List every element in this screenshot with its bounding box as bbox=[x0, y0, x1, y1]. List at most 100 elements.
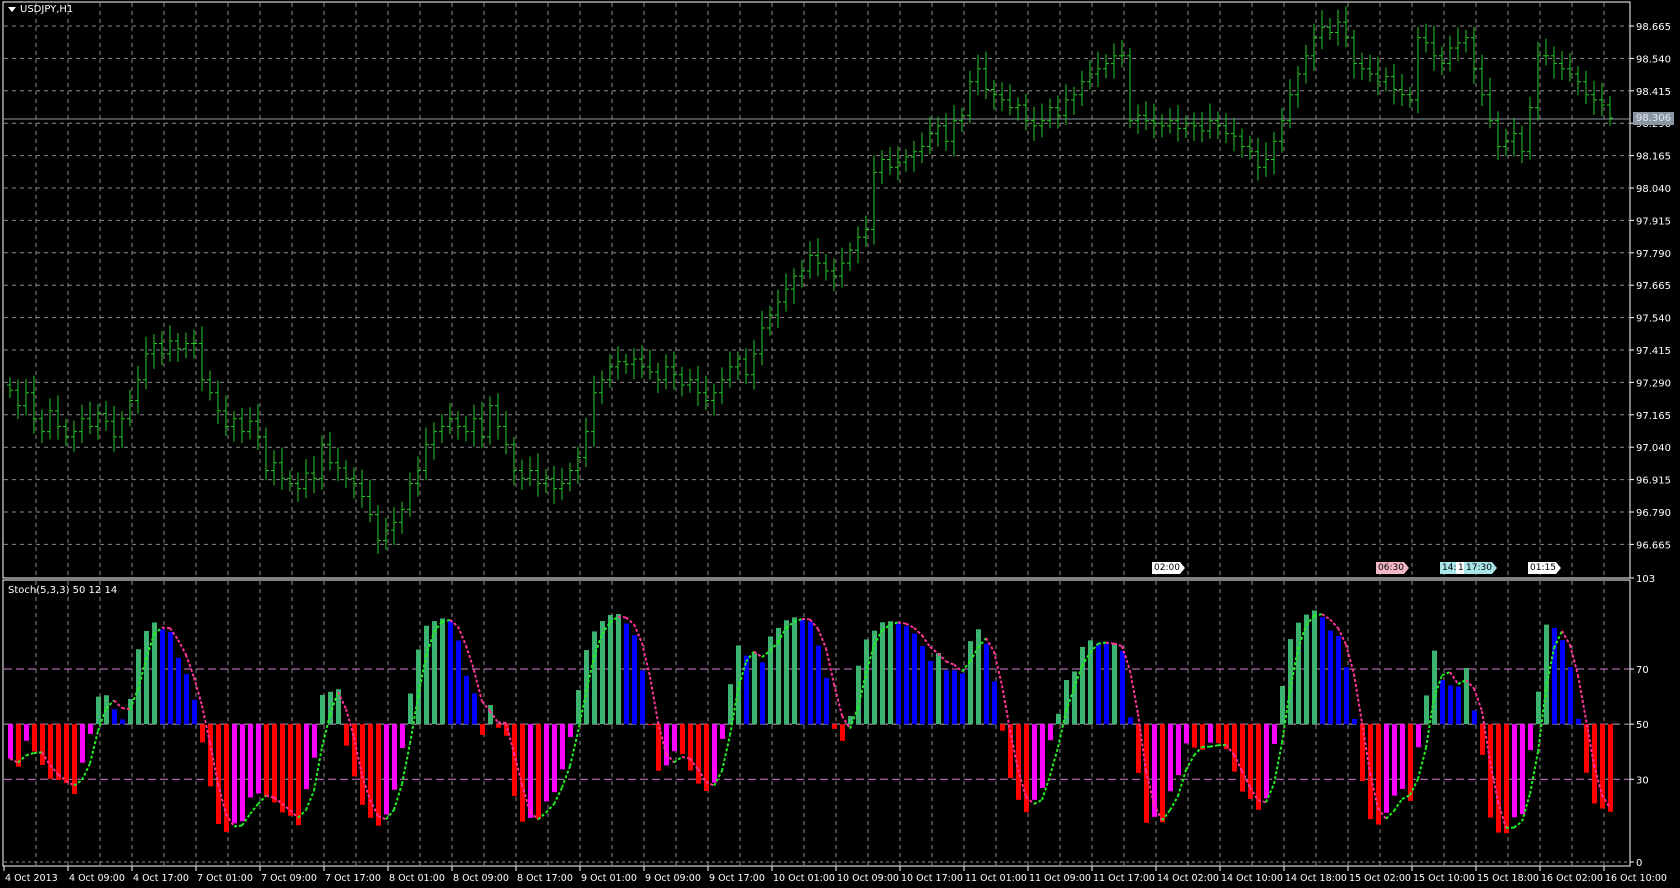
stoch-signal-segment bbox=[233, 824, 243, 828]
stoch-histogram-bar bbox=[936, 653, 941, 725]
price-tick-label: 96.665 bbox=[1636, 540, 1671, 551]
indicator-tick-label: 103 bbox=[1636, 574, 1655, 585]
stoch-histogram-bar bbox=[320, 694, 325, 725]
stoch-histogram-bar bbox=[528, 724, 533, 818]
stoch-histogram-bar bbox=[120, 719, 125, 725]
stoch-histogram-bar bbox=[952, 670, 957, 725]
stoch-signal-segment bbox=[1097, 641, 1107, 645]
stoch-signal-segment bbox=[897, 621, 907, 625]
chart-symbol-title[interactable]: USDJPY,H1 bbox=[8, 4, 73, 15]
stoch-signal-segment bbox=[1129, 670, 1139, 714]
stoch-signal-segment bbox=[1577, 675, 1587, 720]
stoch-histogram-bar bbox=[960, 673, 965, 725]
stoch-histogram-bar bbox=[664, 724, 669, 766]
stoch-histogram-bar bbox=[904, 626, 909, 725]
stoch-histogram-bar bbox=[680, 724, 685, 755]
stoch-histogram-bar bbox=[400, 724, 405, 748]
stoch-histogram-bar bbox=[16, 724, 21, 767]
price-chart[interactable]: 98.66598.54098.41598.29098.16598.04097.9… bbox=[0, 0, 1680, 888]
event-marker[interactable]: 01:15 bbox=[1528, 562, 1561, 574]
stoch-histogram-bar bbox=[1536, 691, 1541, 725]
stoch-histogram-bar bbox=[80, 724, 85, 763]
time-tick-label: 10 Oct 09:00 bbox=[837, 873, 899, 884]
stoch-histogram-bar bbox=[368, 724, 373, 818]
stoch-histogram-bar bbox=[1576, 718, 1581, 725]
dropdown-triangle-icon[interactable] bbox=[8, 7, 16, 12]
stoch-histogram-bar bbox=[1040, 724, 1045, 788]
stoch-signal-segment bbox=[833, 683, 843, 717]
time-tick-label: 16 Oct 02:00 bbox=[1541, 873, 1603, 884]
price-tick-label: 97.915 bbox=[1636, 216, 1671, 227]
stoch-signal-segment bbox=[1329, 618, 1339, 629]
stoch-histogram-bar bbox=[648, 724, 653, 726]
time-tick-label: 15 Oct 18:00 bbox=[1477, 873, 1539, 884]
stoch-signal-segment bbox=[921, 634, 931, 648]
time-tick-label: 14 Oct 10:00 bbox=[1221, 873, 1283, 884]
stoch-histogram-bar bbox=[656, 724, 661, 771]
stoch-signal-segment bbox=[1473, 688, 1483, 712]
price-tick-label: 98.040 bbox=[1636, 184, 1671, 195]
stoch-histogram-bar bbox=[616, 614, 621, 725]
event-marker[interactable]: 02:00 bbox=[1152, 562, 1185, 574]
indicator-tick-label: 0 bbox=[1636, 858, 1642, 869]
stoch-histogram-bar bbox=[40, 724, 45, 766]
stoch-histogram-bar bbox=[1384, 724, 1389, 813]
stoch-histogram-bar bbox=[1608, 724, 1613, 812]
stoch-signal-segment bbox=[121, 707, 131, 711]
stoch-signal-segment bbox=[81, 763, 91, 781]
stoch-histogram-bar bbox=[744, 655, 749, 725]
stoch-histogram-bar bbox=[1464, 667, 1469, 725]
stoch-signal-segment bbox=[113, 699, 123, 709]
stoch-signal-segment bbox=[305, 790, 315, 811]
event-marker[interactable]: 06:30 bbox=[1376, 562, 1409, 574]
stoch-histogram-bar bbox=[32, 724, 37, 752]
stoch-histogram-bar bbox=[1448, 685, 1453, 725]
price-tick-label: 97.040 bbox=[1636, 443, 1671, 454]
stoch-histogram-bar bbox=[576, 690, 581, 725]
stoch-histogram-bar bbox=[280, 724, 285, 813]
stoch-signal-segment bbox=[1513, 820, 1523, 829]
stoch-signal-segment bbox=[1449, 671, 1459, 685]
stoch-histogram-bar bbox=[984, 643, 989, 725]
stoch-histogram-bar bbox=[672, 724, 677, 752]
stoch-signal-segment bbox=[721, 735, 731, 772]
stoch-histogram-bar bbox=[968, 641, 973, 725]
stoch-histogram-bar bbox=[1560, 640, 1565, 725]
stoch-histogram-bar bbox=[1232, 724, 1237, 772]
stoch-histogram-bar bbox=[376, 724, 381, 826]
event-marker[interactable]: 17:30 bbox=[1464, 562, 1497, 574]
stoch-histogram-bar bbox=[160, 629, 165, 725]
stoch-histogram-bar bbox=[1432, 650, 1437, 725]
stoch-histogram-bar bbox=[1184, 724, 1189, 744]
stoch-histogram-bar bbox=[1328, 630, 1333, 725]
stoch-histogram-bar bbox=[232, 724, 237, 824]
stoch-histogram-bar bbox=[1512, 724, 1517, 818]
stoch-histogram-bar bbox=[296, 724, 301, 826]
stoch-histogram-bar bbox=[1312, 610, 1317, 725]
stoch-histogram-bar bbox=[520, 724, 525, 822]
stoch-histogram-bar bbox=[824, 677, 829, 725]
stoch-histogram-bar bbox=[464, 675, 469, 725]
stoch-histogram-bar bbox=[24, 724, 29, 741]
stoch-histogram-bar bbox=[912, 633, 917, 725]
stoch-signal-segment bbox=[257, 795, 267, 805]
stoch-signal-segment bbox=[185, 654, 195, 678]
stoch-histogram-bar bbox=[1000, 724, 1005, 731]
time-tick-label: 8 Oct 01:00 bbox=[389, 873, 445, 884]
stoch-histogram-bar bbox=[1368, 724, 1373, 820]
stoch-histogram-bar bbox=[1280, 685, 1285, 725]
time-tick-label: 9 Oct 01:00 bbox=[581, 873, 637, 884]
stoch-histogram-bar bbox=[992, 681, 997, 725]
stoch-signal-segment bbox=[1169, 795, 1179, 811]
time-tick-label: 14 Oct 02:00 bbox=[1157, 873, 1219, 884]
price-tick-label: 97.790 bbox=[1636, 249, 1671, 260]
stoch-histogram-bar bbox=[168, 631, 173, 725]
stoch-histogram-bar bbox=[784, 620, 789, 725]
stoch-histogram-bar bbox=[264, 724, 269, 797]
stoch-histogram-bar bbox=[288, 724, 293, 816]
price-tick-label: 98.415 bbox=[1636, 87, 1671, 98]
stoch-histogram-bar bbox=[408, 693, 413, 725]
stoch-histogram-bar bbox=[928, 660, 933, 725]
stoch-histogram-bar bbox=[1304, 614, 1309, 725]
stoch-histogram-bar bbox=[488, 705, 493, 725]
